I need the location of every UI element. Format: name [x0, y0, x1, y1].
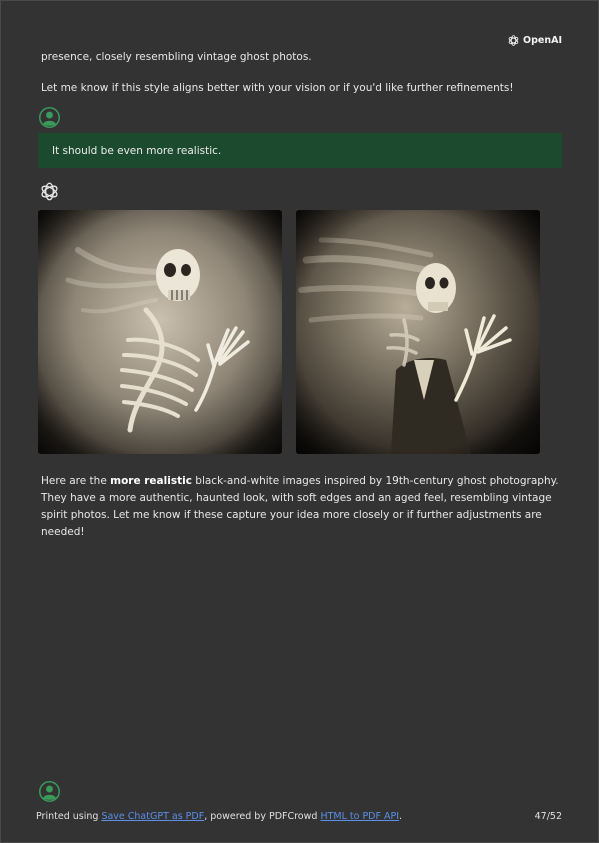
footer-middle: , powered by PDFCrowd	[204, 811, 321, 822]
assistant-text-line: presence, closely resembling vintage gho…	[41, 51, 312, 63]
user-avatar-icon	[39, 781, 60, 802]
page-number: 47/52	[534, 811, 562, 822]
assistant-text-line: Let me know if this style aligns better …	[41, 82, 514, 94]
user-message-bubble: It should be even more realistic.	[38, 133, 562, 168]
brand-name: OpenAI	[523, 35, 562, 46]
assistant-response-paragraph: Here are the more realistic black-and-wh…	[41, 473, 566, 541]
skeleton-photo-illustration	[296, 210, 540, 454]
chatgpt-logo-icon	[41, 182, 58, 201]
generated-image-2[interactable]	[296, 210, 540, 454]
user-avatar-icon	[39, 107, 60, 128]
save-chatgpt-pdf-link[interactable]: Save ChatGPT as PDF	[101, 811, 204, 822]
footer-prefix: Printed using	[36, 811, 102, 822]
footer-suffix: .	[399, 811, 403, 822]
skeleton-photo-illustration	[38, 210, 282, 454]
openai-logo-icon	[508, 35, 519, 46]
user-message-text: It should be even more realistic.	[52, 144, 222, 157]
para-text: Here are the	[41, 475, 111, 487]
pdf-page: OpenAI presence, closely resembling vint…	[0, 0, 599, 843]
html-to-pdf-api-link[interactable]: HTML to PDF API	[320, 811, 399, 822]
generated-image-1[interactable]	[38, 210, 282, 454]
openai-brand: OpenAI	[507, 34, 562, 47]
print-footer: Printed using Save ChatGPT as PDF, power…	[36, 811, 402, 822]
para-bold-text: more realistic	[110, 475, 192, 487]
